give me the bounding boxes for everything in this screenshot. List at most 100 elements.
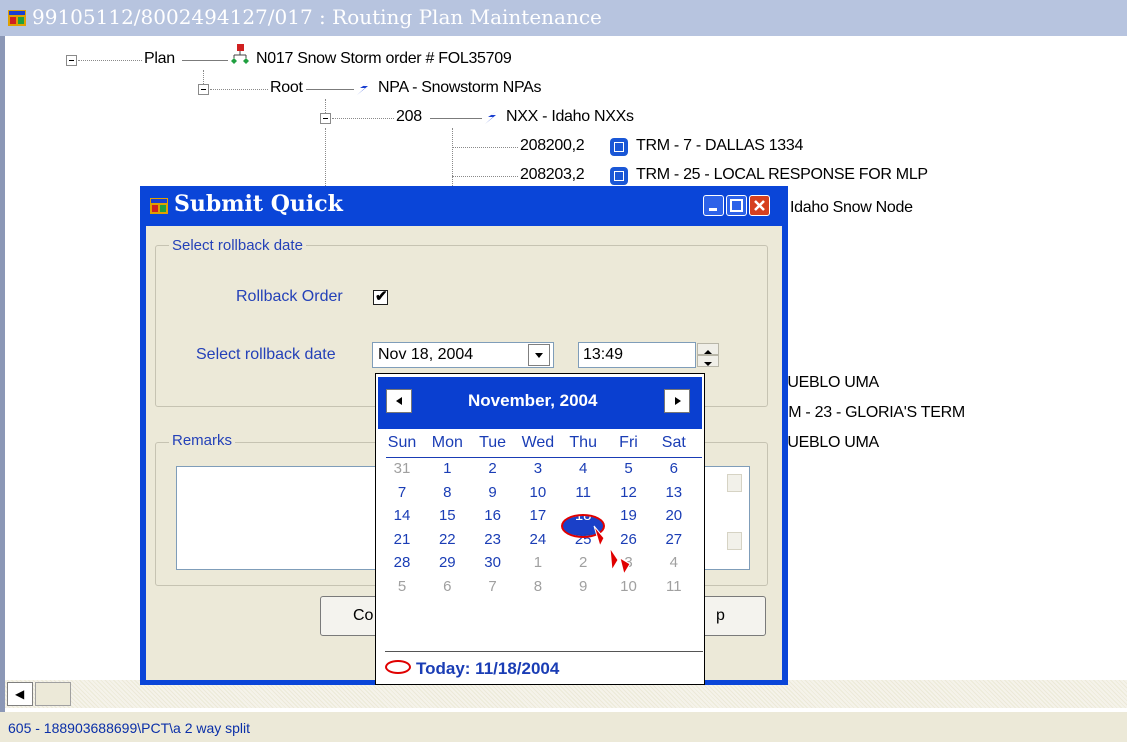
calendar-day[interactable]: 6 (656, 460, 692, 477)
tree-item-text-partial[interactable]: Idaho Snow Node (790, 199, 913, 217)
tree-connector (452, 176, 518, 177)
calendar-day[interactable]: 11 (565, 484, 601, 501)
tree-label-plan: Plan (144, 50, 175, 67)
calendar-day[interactable]: 27 (656, 531, 692, 548)
calendar-day[interactable]: 9 (565, 578, 601, 595)
calendar-day[interactable]: 21 (384, 531, 420, 548)
calendar-day[interactable]: 2 (475, 460, 511, 477)
weekday-label: Sat (661, 434, 686, 451)
tree-item-text-partial[interactable]: RM - 23 - GLORIA'S TERM (777, 404, 965, 422)
tree-label-208: 208 (396, 108, 422, 125)
calendar-day[interactable]: 8 (429, 484, 465, 501)
npa-collapse-toggle[interactable] (320, 113, 331, 124)
weekday-label: Thu (569, 434, 597, 451)
calendar-day[interactable]: 6 (429, 578, 465, 595)
rollback-date-picker[interactable]: Nov 18, 2004 (372, 342, 554, 368)
tree-connector (78, 60, 142, 61)
mouse-cursor-icon (593, 525, 631, 576)
close-button[interactable] (749, 195, 770, 216)
weekday-label: Sun (387, 434, 417, 451)
tree-connector (325, 128, 326, 186)
calendar-day[interactable]: 4 (565, 460, 601, 477)
calendar-day[interactable]: 23 (475, 531, 511, 548)
calendar-day[interactable]: 10 (520, 484, 556, 501)
calendar-day[interactable]: 7 (384, 484, 420, 501)
weekday-label: Mon (431, 434, 463, 451)
remarks-scroll-up[interactable] (727, 474, 742, 492)
plan-collapse-toggle[interactable] (66, 55, 77, 66)
calendar-day[interactable]: 7 (475, 578, 511, 595)
scroll-thumb[interactable] (35, 682, 71, 706)
tree-connector (452, 147, 518, 148)
rollback-group-label: Select rollback date (169, 237, 306, 254)
lightning-icon (485, 110, 499, 124)
calendar-day[interactable]: 31 (384, 460, 420, 477)
maximize-icon (730, 199, 743, 212)
calendar-day[interactable]: 20 (656, 507, 692, 524)
remarks-group-label: Remarks (169, 432, 236, 449)
lightning-icon (357, 81, 371, 95)
calendar-day[interactable]: 3 (520, 460, 556, 477)
tree-link (306, 89, 354, 90)
tree-item-text-partial[interactable]: PUEBLO UMA (777, 434, 879, 452)
calendar-day[interactable]: 12 (611, 484, 647, 501)
window-titlebar[interactable]: 99105112/8002494127/017 : Routing Plan M… (0, 0, 1127, 36)
tree-node-plan[interactable]: N017 Snow Storm order # FOL35709 (256, 50, 512, 68)
remarks-scroll-down[interactable] (727, 532, 742, 550)
rollback-time-field[interactable]: 13:49 (578, 342, 696, 368)
tree-node-npa[interactable]: NPA - Snowstorm NPAs (378, 79, 542, 97)
tree-item-text[interactable]: TRM - 25 - LOCAL RESPONSE FOR MLP (636, 166, 928, 184)
calendar-day[interactable]: 5 (384, 578, 420, 595)
today-link[interactable]: Today: 11/18/2004 (416, 659, 559, 679)
tree-link (182, 60, 228, 61)
window-title: 99105112/8002494127/017 : Routing Plan M… (32, 5, 602, 29)
calendar-day[interactable]: 28 (384, 554, 420, 571)
calendar-day[interactable]: 17 (520, 507, 556, 524)
calendar-day[interactable]: 5 (611, 460, 647, 477)
date-value: Nov 18, 2004 (378, 346, 474, 363)
tree-connector (332, 118, 394, 119)
scroll-left-button[interactable]: ◀ (7, 682, 33, 706)
today-divider (385, 651, 703, 652)
rollback-order-checkbox[interactable]: ✔ (373, 288, 388, 305)
calendar-day[interactable]: 8 (520, 578, 556, 595)
date-dropdown-button[interactable] (528, 344, 550, 366)
prev-month-button[interactable] (386, 389, 412, 413)
calendar-day[interactable]: 13 (656, 484, 692, 501)
calendar-month-title: November, 2004 (468, 391, 598, 410)
root-collapse-toggle[interactable] (198, 84, 209, 95)
tree-item-text-partial[interactable]: PUEBLO UMA (777, 374, 879, 392)
time-spin-down[interactable] (697, 355, 719, 367)
calendar-day[interactable]: 10 (611, 578, 647, 595)
calendar-day[interactable]: 22 (429, 531, 465, 548)
calendar-day[interactable]: 1 (520, 554, 556, 571)
tree-link (430, 118, 482, 119)
window-left-border (0, 36, 5, 720)
calendar-day[interactable]: 30 (475, 554, 511, 571)
calendar-day[interactable]: 9 (475, 484, 511, 501)
left-arrow-icon: ◀ (15, 687, 25, 701)
tree-label-root: Root (270, 79, 303, 96)
org-tree-icon (231, 44, 249, 64)
calendar-day[interactable]: 29 (429, 554, 465, 571)
calendar-day[interactable]: 15 (429, 507, 465, 524)
calendar-day[interactable]: 11 (656, 578, 692, 595)
dialog-title: Submit Quick (174, 191, 343, 217)
checkmark-icon: ✔ (375, 288, 388, 305)
maximize-button[interactable] (726, 195, 747, 216)
minimize-icon (709, 208, 717, 211)
calendar-day[interactable]: 24 (520, 531, 556, 548)
minimize-button[interactable] (703, 195, 724, 216)
tree-node-nxx[interactable]: NXX - Idaho NXXs (506, 108, 634, 126)
calendar-day[interactable]: 4 (656, 554, 692, 571)
next-month-button[interactable] (664, 389, 690, 413)
app-window-icon (8, 10, 26, 26)
tree-item-code: 208203,2 (520, 166, 585, 183)
calendar-day[interactable]: 1 (429, 460, 465, 477)
tree-connector (325, 99, 326, 113)
time-spin-up[interactable] (697, 343, 719, 355)
rollback-order-label: Rollback Order (236, 288, 343, 305)
tree-item-text[interactable]: TRM - 7 - DALLAS 1334 (636, 137, 803, 155)
calendar-day[interactable]: 14 (384, 507, 420, 524)
calendar-day[interactable]: 16 (475, 507, 511, 524)
